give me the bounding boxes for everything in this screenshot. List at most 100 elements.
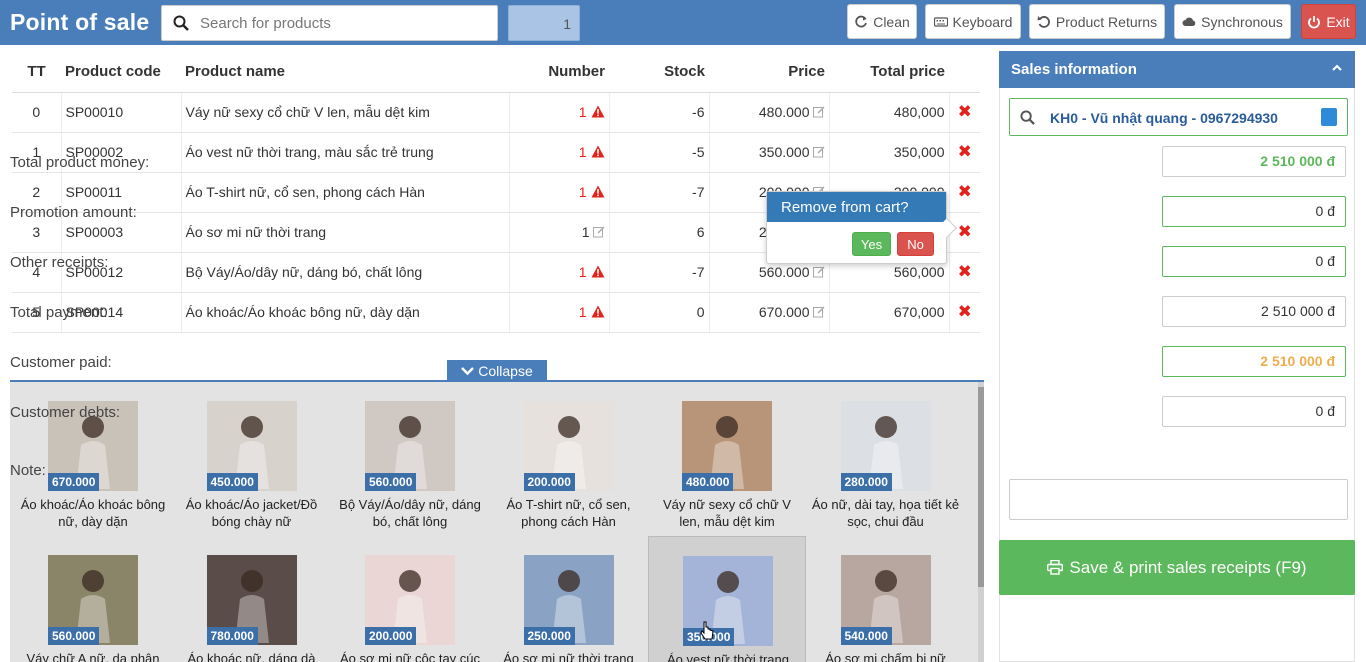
delete-icon[interactable]: ✖ bbox=[958, 142, 972, 161]
cell-stock: 6 bbox=[609, 212, 710, 253]
edit-icon[interactable] bbox=[812, 306, 825, 318]
product-thumbnail[interactable]: 200.000 bbox=[523, 401, 614, 491]
product-card[interactable]: 560.000 Váy chữ A nữ, da phân bbox=[14, 536, 172, 662]
product-thumbnail[interactable]: 540.000 bbox=[840, 555, 931, 645]
edit-icon[interactable] bbox=[812, 106, 825, 118]
product-thumbnail[interactable]: 250.000 bbox=[523, 555, 614, 645]
product-search[interactable] bbox=[161, 5, 498, 41]
cart-row[interactable]: 1 SP00002 Áo vest nữ thời trang, màu sắc t… bbox=[12, 132, 980, 173]
cell-number[interactable]: 1 bbox=[509, 92, 610, 133]
product-card[interactable]: 250.000 Áo sơ mi nữ thời trang bbox=[490, 536, 648, 662]
keyboard-icon bbox=[933, 16, 948, 27]
cell-price[interactable]: 350.000 bbox=[709, 132, 830, 173]
customer-field[interactable]: KH0 - Vũ nhật quang - 0967294930 bbox=[1009, 98, 1348, 136]
product-card[interactable]: 350.000 Áo vest nữ thời trang bbox=[648, 536, 806, 662]
number-value[interactable]: 1 bbox=[579, 304, 587, 320]
number-value[interactable]: 1 bbox=[579, 264, 587, 280]
product-thumbnail[interactable]: 350.000 bbox=[683, 556, 773, 646]
product-thumbnail[interactable]: 280.000 bbox=[840, 401, 931, 491]
product-thumbnail[interactable]: 780.000 bbox=[206, 555, 297, 645]
cart-row[interactable]: 5 SP00014 Áo khoác/Áo khoác bông nữ, dày d… bbox=[12, 292, 980, 333]
edit-icon[interactable] bbox=[592, 226, 605, 238]
product-thumbnail[interactable]: 200.000 bbox=[365, 555, 455, 645]
delete-icon[interactable]: ✖ bbox=[958, 222, 972, 241]
product-card[interactable]: 280.000 Áo nữ, dài tay, họa tiết kẻ sọc, … bbox=[807, 382, 965, 532]
cell-product-name: Bộ Váy/Áo/dây nữ, dáng bó, chất lông bbox=[181, 252, 510, 293]
product-returns-button[interactable]: Product Returns bbox=[1029, 4, 1165, 39]
clean-button[interactable]: Clean bbox=[847, 4, 917, 39]
product-card[interactable]: 480.000 Váy nữ sexy cổ chữ V len, mẫu dệt… bbox=[648, 382, 806, 532]
collapse-button[interactable]: Collapse bbox=[447, 360, 547, 381]
total-payment-label: Total payment: bbox=[10, 304, 108, 321]
product-card[interactable]: 200.000 Áo sơ mi nữ cộc tay cúc bbox=[331, 536, 489, 662]
product-name: Áo sơ mi chấm bi nữ bbox=[825, 651, 946, 662]
cell-delete[interactable]: ✖ bbox=[949, 132, 980, 173]
scrollbar-thumb[interactable] bbox=[978, 387, 984, 587]
price-value[interactable]: 350.000 bbox=[759, 144, 810, 160]
product-thumbnail[interactable]: 560.000 bbox=[365, 401, 455, 491]
number-value[interactable]: 1 bbox=[582, 224, 590, 240]
search-input[interactable] bbox=[200, 6, 490, 40]
cell-delete[interactable]: ✖ bbox=[949, 292, 980, 333]
cart-header-row: TT Product code Product name Number Stoc… bbox=[12, 52, 980, 93]
customer-paid-label: Customer paid: bbox=[10, 354, 112, 371]
number-value[interactable]: 1 bbox=[579, 104, 587, 120]
product-card[interactable]: 200.000 Áo T-shirt nữ, cổ sen, phong cách… bbox=[490, 382, 648, 532]
product-card[interactable]: 560.000 Bộ Váy/Áo/dây nữ, dáng bó, chất l… bbox=[331, 382, 489, 532]
synchronous-button[interactable]: Synchronous bbox=[1174, 4, 1291, 39]
note-textarea[interactable] bbox=[1009, 479, 1348, 520]
product-card[interactable]: 540.000 Áo sơ mi chấm bi nữ bbox=[807, 536, 965, 662]
delete-icon[interactable]: ✖ bbox=[958, 302, 972, 321]
confirm-yes-button[interactable]: Yes bbox=[852, 232, 891, 256]
price-value[interactable]: 560.000 bbox=[759, 264, 810, 280]
product-card[interactable]: 780.000 Áo khoác nữ, dáng dà bbox=[173, 536, 331, 662]
cell-number[interactable]: 1 bbox=[509, 292, 610, 333]
mouse-cursor-icon bbox=[700, 621, 714, 640]
chevron-up-icon[interactable] bbox=[1331, 62, 1343, 74]
delete-icon[interactable]: ✖ bbox=[958, 182, 972, 201]
cell-number[interactable]: 1 bbox=[509, 252, 610, 293]
cell-total-price: 480,000 bbox=[829, 92, 950, 133]
promotion-amount-input[interactable]: 0 đ bbox=[1162, 196, 1346, 227]
cart-row[interactable]: 0 SP00010 Váy nữ sexy cổ chữ V len, mẫu dệ… bbox=[12, 92, 980, 133]
number-value[interactable]: 1 bbox=[579, 144, 587, 160]
keyboard-button[interactable]: Keyboard bbox=[925, 4, 1021, 39]
cell-stock: -6 bbox=[609, 92, 710, 133]
delete-icon[interactable]: ✖ bbox=[958, 262, 972, 281]
price-value[interactable]: 670.000 bbox=[759, 304, 810, 320]
product-name: Áo T-shirt nữ, cổ sen, phong cách Hàn bbox=[506, 497, 631, 529]
confirm-no-button[interactable]: No bbox=[897, 232, 934, 256]
product-price-tag: 450.000 bbox=[206, 473, 258, 491]
product-name: Áo khoác nữ, dáng dà bbox=[187, 651, 316, 662]
cell-number[interactable]: 1 bbox=[509, 132, 610, 173]
customer-paid-input[interactable]: 2 510 000 đ bbox=[1162, 346, 1346, 377]
edit-icon[interactable] bbox=[812, 266, 825, 278]
cell-price[interactable]: 670.000 bbox=[709, 292, 830, 333]
cell-delete[interactable]: ✖ bbox=[949, 172, 980, 213]
price-value[interactable]: 480.000 bbox=[759, 104, 810, 120]
save-print-button[interactable]: Save & print sales receipts (F9) bbox=[999, 540, 1355, 595]
product-thumbnail[interactable]: 450.000 bbox=[206, 401, 297, 491]
product-thumbnail[interactable]: 480.000 bbox=[682, 401, 772, 491]
delete-icon[interactable]: ✖ bbox=[958, 102, 972, 121]
number-value[interactable]: 1 bbox=[579, 184, 587, 200]
exit-button[interactable]: Exit bbox=[1301, 4, 1356, 39]
quantity-input[interactable]: 1 bbox=[508, 5, 580, 41]
cell-delete[interactable]: ✖ bbox=[949, 252, 980, 293]
product-thumbnail[interactable]: 560.000 bbox=[48, 555, 138, 645]
cell-stock: -5 bbox=[609, 132, 710, 173]
sales-panel-header[interactable]: Sales information bbox=[999, 51, 1355, 88]
grid-scrollbar[interactable] bbox=[978, 382, 984, 662]
cell-number[interactable]: 1 bbox=[509, 212, 610, 253]
product-price-tag: 250.000 bbox=[523, 627, 575, 645]
cell-delete[interactable]: ✖ bbox=[949, 92, 980, 133]
customer-debts-value: 0 đ bbox=[1162, 396, 1346, 427]
cell-delete[interactable]: ✖ bbox=[949, 212, 980, 253]
contact-card-icon[interactable] bbox=[1321, 108, 1337, 126]
edit-icon[interactable] bbox=[812, 146, 825, 158]
cell-price[interactable]: 480.000 bbox=[709, 92, 830, 133]
cell-number[interactable]: 1 bbox=[509, 172, 610, 213]
product-card[interactable]: 450.000 Áo khoác/Áo jacket/Đồ bóng chày n… bbox=[173, 382, 331, 532]
other-receipts-input[interactable]: 0 đ bbox=[1162, 246, 1346, 277]
product-name: Áo vest nữ thời trang bbox=[666, 652, 789, 662]
